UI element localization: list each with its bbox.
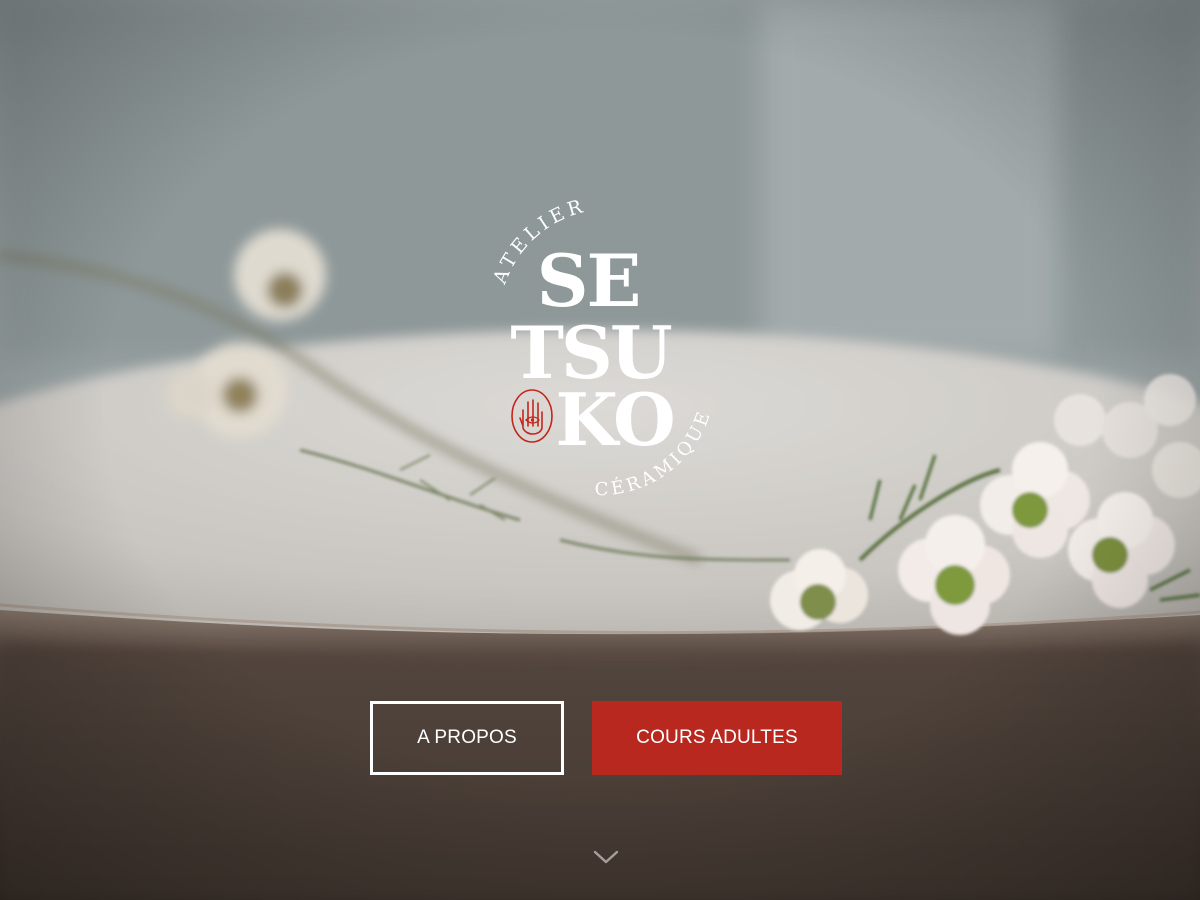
site-logo[interactable]: ATELIER CÉRAMIQUE SE TSU KO	[470, 190, 730, 510]
hand-eye-icon	[511, 389, 553, 443]
chevron-down-icon[interactable]	[592, 848, 620, 866]
adult-courses-button[interactable]: COURS ADULTES	[592, 701, 842, 775]
hero-section: ATELIER CÉRAMIQUE SE TSU KO A PROPOS COU…	[0, 0, 1200, 900]
hero-actions: A PROPOS COURS ADULTES	[370, 701, 842, 775]
adult-courses-button-label: COURS ADULTES	[636, 727, 798, 748]
logo-line-3: KO	[555, 377, 673, 462]
about-button[interactable]: A PROPOS	[370, 701, 564, 775]
about-button-label: A PROPOS	[417, 727, 517, 748]
